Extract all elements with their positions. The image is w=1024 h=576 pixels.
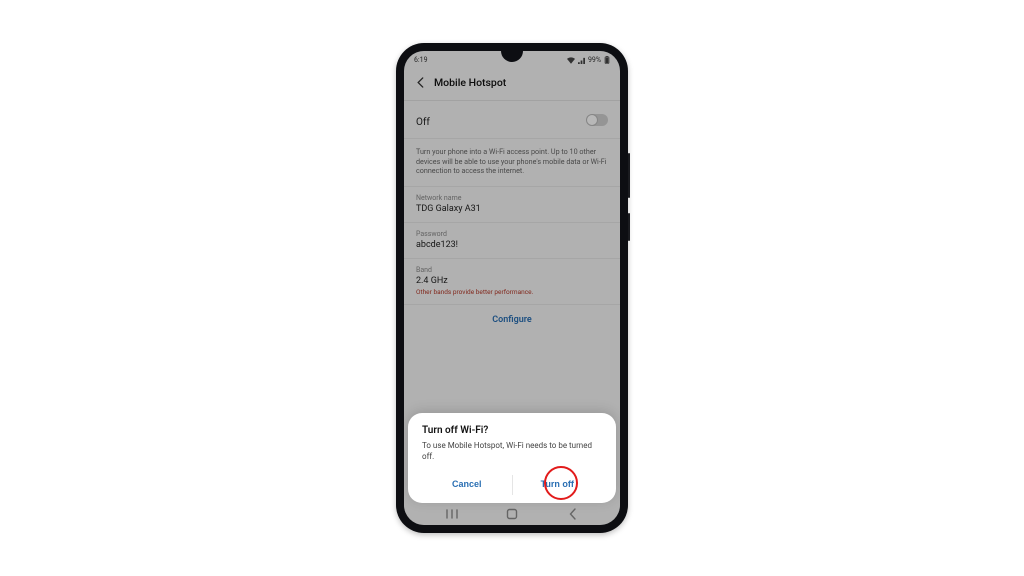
battery-icon <box>604 56 610 64</box>
turn-off-wifi-dialog: Turn off Wi-Fi? To use Mobile Hotspot, W… <box>408 413 616 503</box>
battery-text: 99% <box>588 56 601 64</box>
phone-frame: 6:19 99% Mobile Hotspot <box>396 43 628 533</box>
signal-icon <box>578 57 585 64</box>
wifi-icon <box>567 57 575 64</box>
back-icon[interactable] <box>416 73 424 92</box>
password-label: Password <box>416 230 608 238</box>
volume-button <box>628 153 630 198</box>
password-field[interactable]: Password abcde123! <box>404 223 620 259</box>
hotspot-description: Turn your phone into a Wi-Fi access poin… <box>404 138 620 187</box>
page-title: Mobile Hotspot <box>434 76 506 89</box>
band-value: 2.4 GHz <box>416 276 608 286</box>
password-value: abcde123! <box>416 240 608 250</box>
hotspot-toggle-label: Off <box>416 117 430 128</box>
toggle-knob <box>587 115 597 125</box>
cancel-button[interactable]: Cancel <box>422 473 512 497</box>
app-bar: Mobile Hotspot <box>404 67 620 100</box>
dialog-title: Turn off Wi-Fi? <box>422 425 602 436</box>
screen: 6:19 99% Mobile Hotspot <box>404 51 620 525</box>
status-time: 6:19 <box>414 56 428 64</box>
network-name-field[interactable]: Network name TDG Galaxy A31 <box>404 187 620 223</box>
band-label: Band <box>416 266 608 274</box>
power-button <box>628 213 630 241</box>
dialog-actions: Cancel Turn off <box>422 473 602 497</box>
band-field[interactable]: Band 2.4 GHz Other bands provide better … <box>404 259 620 305</box>
hotspot-toggle-switch[interactable] <box>586 114 608 126</box>
navigation-bar <box>404 503 620 525</box>
configure-button[interactable]: Configure <box>404 305 620 335</box>
network-name-value: TDG Galaxy A31 <box>416 204 608 214</box>
turn-off-button[interactable]: Turn off <box>513 473 603 497</box>
network-name-label: Network name <box>416 194 608 202</box>
nav-recent-icon[interactable] <box>445 507 459 521</box>
status-right: 99% <box>567 56 610 64</box>
hotspot-toggle-row[interactable]: Off <box>404 100 620 138</box>
nav-home-icon[interactable] <box>505 507 519 521</box>
nav-back-icon[interactable] <box>565 507 579 521</box>
dialog-body: To use Mobile Hotspot, Wi-Fi needs to be… <box>422 441 602 463</box>
band-hint: Other bands provide better performance. <box>416 288 608 296</box>
